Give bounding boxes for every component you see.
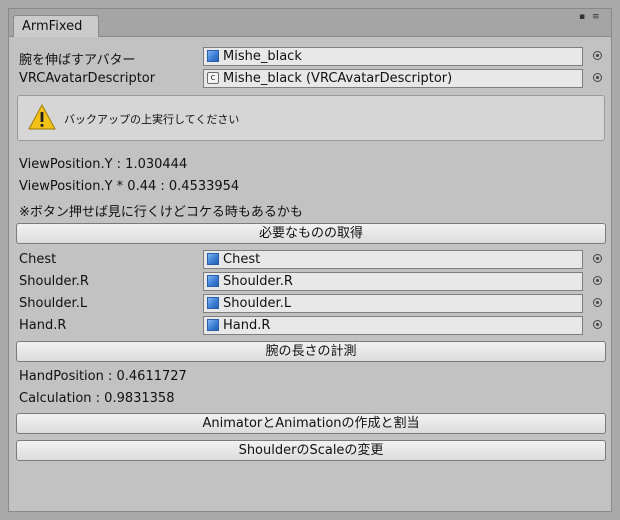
shoulder-l-object-field[interactable]: Shoulder.L — [203, 294, 583, 313]
hand-position-text: HandPosition : 0.4611727 — [19, 369, 187, 384]
transform-cube-icon — [207, 253, 219, 265]
descriptor-field-label: VRCAvatarDescriptor — [19, 71, 156, 86]
armfixed-window: ArmFixed ▪ ≡ 腕を伸ばすアバター Mishe_black VRCAv… — [8, 8, 612, 512]
transform-cube-icon — [207, 297, 219, 309]
view-position-y-text: ViewPosition.Y : 1.030444 — [19, 157, 188, 172]
view-position-scaled-text: ViewPosition.Y * 0.44 : 0.4533954 — [19, 179, 240, 194]
object-picker-icon[interactable] — [593, 298, 602, 307]
tab-armfixed[interactable]: ArmFixed — [13, 15, 99, 37]
descriptor-object-field[interactable]: c Mishe_black (VRCAvatarDescriptor) — [203, 69, 583, 88]
object-picker-icon[interactable] — [593, 73, 602, 82]
hand-r-object-value: Hand.R — [223, 318, 271, 333]
hand-r-field-row: Hand.R Hand.R — [17, 316, 605, 336]
chest-field-row: Chest Chest — [17, 250, 605, 270]
gameobject-cube-icon — [207, 50, 219, 62]
transform-cube-icon — [207, 275, 219, 287]
shoulder-r-field-label: Shoulder.R — [19, 274, 89, 289]
shoulder-r-object-field[interactable]: Shoulder.R — [203, 272, 583, 291]
avatar-field-row: 腕を伸ばすアバター Mishe_black — [17, 47, 605, 68]
note-text: ※ボタン押せば見に行くけどコケる時もあるかも — [19, 205, 303, 220]
hand-r-object-field[interactable]: Hand.R — [203, 316, 583, 335]
avatar-field-label: 腕を伸ばすアバター — [19, 53, 136, 68]
chest-field-label: Chest — [19, 252, 57, 267]
object-picker-icon[interactable] — [593, 51, 602, 60]
window-menu-icon[interactable]: ≡ — [592, 12, 600, 22]
helpbox-text: バックアップの上実行してください — [64, 113, 240, 126]
shoulder-l-field-row: Shoulder.L Shoulder.L — [17, 294, 605, 314]
measure-arm-button[interactable]: 腕の長さの計測 — [16, 341, 606, 362]
shoulder-l-object-value: Shoulder.L — [223, 296, 292, 311]
shoulder-r-field-row: Shoulder.R Shoulder.R — [17, 272, 605, 292]
tab-strip: ArmFixed ▪ ≡ — [9, 9, 611, 37]
chest-object-field[interactable]: Chest — [203, 250, 583, 269]
descriptor-field-row: VRCAvatarDescriptor c Mishe_black (VRCAv… — [17, 69, 605, 89]
descriptor-object-value: Mishe_black (VRCAvatarDescriptor) — [223, 71, 453, 86]
object-picker-icon[interactable] — [593, 320, 602, 329]
get-required-button[interactable]: 必要なものの取得 — [16, 223, 606, 244]
shoulder-l-field-label: Shoulder.L — [19, 296, 88, 311]
hand-r-field-label: Hand.R — [19, 318, 67, 333]
avatar-object-field[interactable]: Mishe_black — [203, 47, 583, 66]
object-picker-icon[interactable] — [593, 276, 602, 285]
calculation-text: Calculation : 0.9831358 — [19, 391, 175, 406]
avatar-object-value: Mishe_black — [223, 49, 302, 64]
object-picker-icon[interactable] — [593, 254, 602, 263]
component-icon: c — [207, 72, 219, 84]
warning-helpbox: バックアップの上実行してください — [17, 95, 605, 141]
shoulder-r-object-value: Shoulder.R — [223, 274, 293, 289]
inspector-content: 腕を伸ばすアバター Mishe_black VRCAvatarDescripto… — [9, 37, 611, 511]
change-shoulder-scale-button[interactable]: ShoulderのScaleの変更 — [16, 440, 606, 461]
chest-object-value: Chest — [223, 252, 261, 267]
create-animator-button[interactable]: AnimatorとAnimationの作成と割当 — [16, 413, 606, 434]
lock-icon[interactable]: ▪ — [579, 12, 585, 22]
warning-icon — [28, 104, 56, 130]
transform-cube-icon — [207, 319, 219, 331]
